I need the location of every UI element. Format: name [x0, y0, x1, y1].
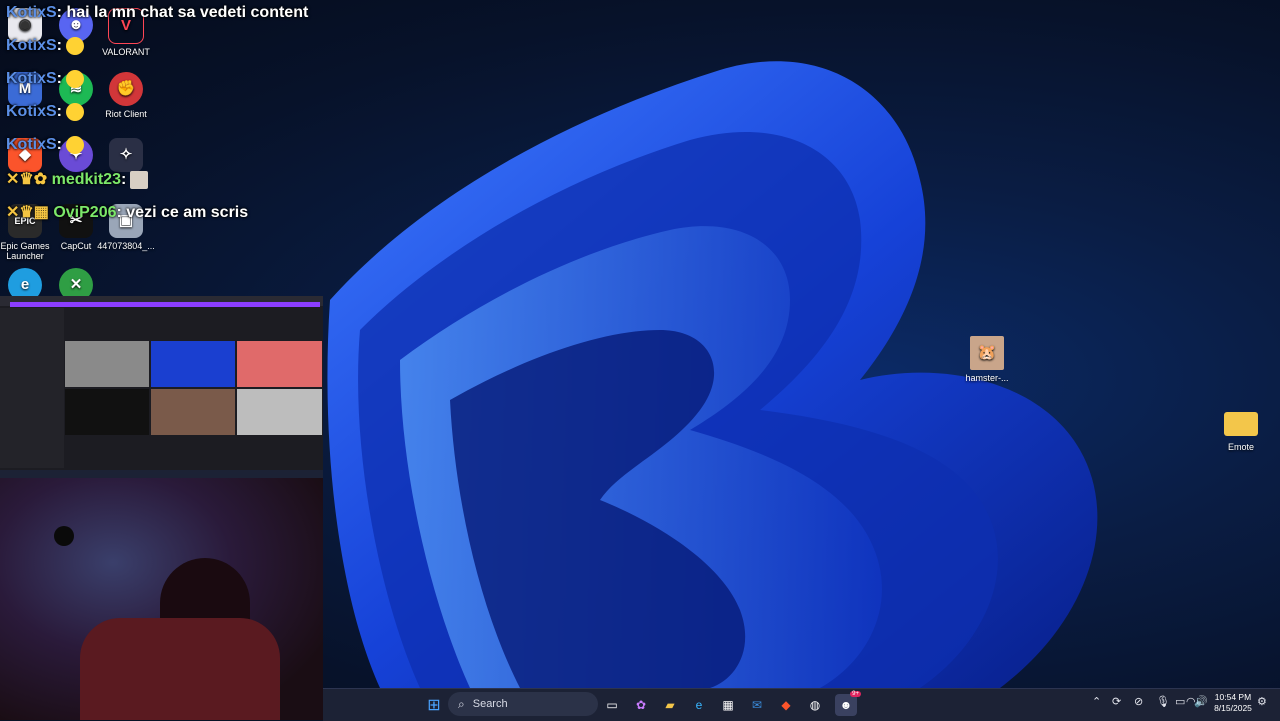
display-icon[interactable]: ▭	[1175, 695, 1185, 708]
chat-username: KotixS	[6, 4, 57, 21]
chat-message: KotixS:	[6, 136, 84, 154]
app-icon[interactable]: ◍	[804, 694, 826, 716]
app-icon: ✧	[109, 138, 143, 172]
folder-icon	[1224, 412, 1258, 436]
system-clock[interactable]: 10:54 PM 8/15/2025	[1210, 692, 1256, 714]
sync-icon[interactable]: ⟳	[1112, 695, 1121, 708]
store-icon[interactable]: ▦	[717, 694, 739, 716]
copilot-icon[interactable]: ✿	[630, 694, 652, 716]
video-tile	[237, 341, 322, 387]
chat-message: KotixS:	[6, 37, 84, 55]
chat-message: ✕♛✿ medkit23:	[6, 169, 149, 189]
chat-text: hai la mn chat sa vedeti content	[66, 4, 309, 21]
crown-badge-icon: ✕♛✿	[6, 171, 48, 188]
network-off-icon[interactable]: ⊘	[1134, 695, 1143, 708]
chat-message: KotixS:	[6, 70, 84, 88]
video-tile	[151, 389, 235, 435]
video-tile	[65, 389, 149, 435]
image-file-icon: 🐹	[970, 336, 1004, 370]
notifications-icon[interactable]: ⚙	[1257, 695, 1267, 708]
search-placeholder: Search	[472, 698, 508, 710]
file-explorer-icon[interactable]: ▰	[659, 694, 681, 716]
chat-username: KotixS	[6, 136, 57, 154]
start-button[interactable]: ⊞	[423, 694, 445, 716]
desktop-icon-emote-folder[interactable]: Emote	[1209, 406, 1273, 452]
cat-emote-icon	[130, 170, 149, 189]
emoji-icon	[66, 37, 84, 55]
chat-message: KotixS:	[6, 103, 84, 121]
video-tile	[237, 389, 322, 435]
screen-share-preview	[0, 296, 323, 478]
search-icon: ⌕	[458, 696, 465, 711]
webcam-lamp	[54, 526, 74, 546]
share-sidebar	[0, 308, 64, 468]
chat-username: medkit23	[51, 171, 121, 188]
microphone-icon[interactable]: 🎙	[1156, 695, 1170, 708]
edge-icon[interactable]: e	[688, 694, 710, 716]
outlook-icon[interactable]: ✉	[746, 694, 768, 716]
video-tile	[65, 341, 149, 387]
chat-username: OviP206	[53, 204, 117, 221]
chevron-up-icon[interactable]: ⌃	[1092, 695, 1101, 708]
notification-badge: 9+	[850, 691, 861, 697]
chat-message: ✕♛▦ OviP206: vezi ce am scris	[6, 204, 249, 221]
webcam-person-body	[80, 618, 280, 720]
desktop-icon-hamster-image[interactable]: 🐹 hamster-...	[955, 336, 1019, 383]
clock-time: 10:54 PM	[1214, 692, 1252, 702]
task-view-icon[interactable]: ▭	[601, 694, 623, 716]
webcam-feed	[0, 478, 323, 720]
chat-username: KotixS	[6, 37, 57, 55]
share-accent-bar	[10, 302, 320, 307]
riot-client-icon: ✊	[109, 72, 143, 106]
video-tile	[151, 341, 235, 387]
emoji-icon	[66, 136, 84, 154]
clock-date: 8/15/2025	[1214, 703, 1252, 713]
chat-text: vezi ce am scris	[126, 204, 249, 221]
chat-username: KotixS	[6, 70, 57, 88]
desktop-icon-riot-client[interactable]: ✊ Riot Client	[94, 72, 158, 119]
volume-icon[interactable]: 🔊	[1194, 695, 1208, 708]
chat-username: KotixS	[6, 103, 57, 121]
search-input[interactable]: ⌕ Search	[448, 692, 598, 716]
share-taskbar	[0, 470, 323, 478]
crown-badge-icon: ✕♛▦	[6, 204, 49, 221]
brave-icon[interactable]: ◆	[775, 694, 797, 716]
stream-overlay	[0, 296, 323, 720]
discord-icon[interactable]: ☻ 9+	[835, 691, 861, 716]
chat-message: KotixS: hai la mn chat sa vedeti content	[6, 4, 309, 21]
emoji-icon	[66, 70, 84, 88]
emoji-icon	[66, 103, 84, 121]
